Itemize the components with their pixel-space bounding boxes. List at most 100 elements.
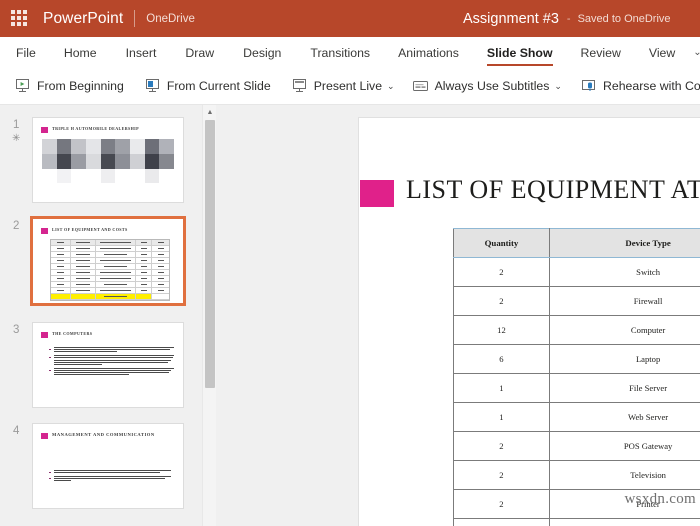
table-row[interactable]: 12 Computer xyxy=(453,315,700,345)
table-row[interactable]: 1 Web Server xyxy=(453,402,700,432)
document-title[interactable]: Assignment #3 xyxy=(463,11,559,27)
table-row[interactable]: 2 Printer xyxy=(453,489,700,519)
scrollbar-thumb[interactable] xyxy=(205,120,215,388)
slide-3-bullets xyxy=(49,347,175,378)
thumbnail-3-content: THE COMPUTERS xyxy=(33,323,183,407)
tab-home[interactable]: Home xyxy=(64,37,97,68)
chevron-down-icon[interactable]: ⌄ xyxy=(693,37,700,68)
slide-4-bullets xyxy=(49,470,175,484)
tab-draw[interactable]: Draw xyxy=(185,37,214,68)
slide-thumbnail-pane[interactable]: 1 ✳ TRIPLE H AUTOMOBILE DEALERSHIP 2 LIS… xyxy=(0,105,201,526)
cell-device-type: Printer xyxy=(548,489,700,519)
slide-accent-square xyxy=(360,180,394,207)
cell-quantity: 1 xyxy=(453,402,550,432)
table-row[interactable]: 2 Television xyxy=(453,460,700,490)
slide-thumbnail-3[interactable]: THE COMPUTERS xyxy=(32,322,184,408)
accent-square xyxy=(41,127,48,133)
present-live-button[interactable]: Present Live ⌄ xyxy=(291,71,395,101)
table-row[interactable]: 2 Switch xyxy=(453,257,700,287)
equipment-table-body: 2 Switch 2 Firewall 12 Computer 6 Laptop… xyxy=(453,257,700,526)
titlebar-divider xyxy=(134,10,136,27)
cell-quantity: 1 xyxy=(453,373,550,403)
always-use-subtitles-button[interactable]: Always Use Subtitles ⌄ xyxy=(412,71,562,101)
cell-quantity: 2 xyxy=(453,489,550,519)
table-row[interactable]: 6 Laptop xyxy=(453,344,700,374)
equipment-table[interactable]: Quantity Device Type 2 Switch 2 Firewall… xyxy=(453,228,700,526)
slide-1-block-grid-lower xyxy=(42,169,174,183)
slide-number-2: 2 xyxy=(13,220,20,232)
slide-2-mini-table xyxy=(50,239,170,301)
cell-quantity: 2 xyxy=(453,257,550,287)
table-row[interactable]: 2 POS Gateway xyxy=(453,431,700,461)
slide-thumbnail-4[interactable]: MANAGEMENT AND COMMUNICATION xyxy=(32,423,184,509)
tab-design[interactable]: Design xyxy=(243,37,281,68)
save-status-label[interactable]: Saved to OneDrive xyxy=(578,13,671,25)
cell-device-type: Wireless Access Point xyxy=(548,518,700,526)
slide-number-4: 4 xyxy=(13,425,20,437)
tab-transitions[interactable]: Transitions xyxy=(310,37,370,68)
thumbnail-4-content: MANAGEMENT AND COMMUNICATION xyxy=(33,424,183,508)
accent-square xyxy=(41,332,48,338)
tab-view[interactable]: View xyxy=(649,37,675,68)
tab-review[interactable]: Review xyxy=(581,37,621,68)
chevron-down-icon[interactable]: ⌄ xyxy=(554,81,562,92)
cell-quantity: 2 xyxy=(453,518,550,526)
storage-location-label[interactable]: OneDrive xyxy=(146,13,195,25)
powerpoint-online-window: PowerPoint OneDrive Assignment #3 - Save… xyxy=(0,0,700,526)
slide-canvas-pane: LIST OF EQUIPMENT AT Quantity Device Typ… xyxy=(217,105,700,526)
app-launcher-waffle-icon[interactable] xyxy=(11,9,29,28)
cell-device-type: Switch xyxy=(548,257,700,287)
slide-thumbnail-1[interactable]: TRIPLE H AUTOMOBILE DEALERSHIP xyxy=(32,117,184,203)
document-status-group: Assignment #3 - Saved to OneDrive xyxy=(463,0,671,37)
tab-file[interactable]: File xyxy=(16,37,36,68)
animation-star-icon: ✳ xyxy=(12,133,21,144)
slide-number-3: 3 xyxy=(13,324,20,336)
from-current-slide-button[interactable]: From Current Slide xyxy=(144,71,271,101)
title-bar: PowerPoint OneDrive Assignment #3 - Save… xyxy=(0,0,700,37)
accent-square xyxy=(41,433,48,439)
from-current-slide-label: From Current Slide xyxy=(166,79,271,93)
thumbnail-3-title: THE COMPUTERS xyxy=(52,331,93,336)
chevron-down-icon[interactable]: ⌄ xyxy=(387,81,395,92)
scroll-up-arrow-icon[interactable]: ▲ xyxy=(203,105,217,119)
rehearse-with-coach-button[interactable]: Rehearse with Coach xyxy=(580,71,700,101)
table-row[interactable]: 2 Firewall xyxy=(453,286,700,316)
slide-number-1: 1 xyxy=(13,119,20,131)
thumbnail-2-content: LIST OF EQUIPMENT AND COSTS xyxy=(33,219,183,303)
rehearse-with-coach-label: Rehearse with Coach xyxy=(602,79,700,93)
table-row[interactable]: 1 File Server xyxy=(453,373,700,403)
app-name-label[interactable]: PowerPoint xyxy=(43,10,123,28)
slide-title[interactable]: LIST OF EQUIPMENT AT xyxy=(406,175,700,205)
thumbnail-pane-scrollbar[interactable]: ▲ xyxy=(202,105,216,526)
cell-quantity: 6 xyxy=(453,344,550,374)
from-beginning-button[interactable]: From Beginning xyxy=(14,71,124,101)
cell-quantity: 2 xyxy=(453,286,550,316)
current-slide-canvas[interactable]: LIST OF EQUIPMENT AT Quantity Device Typ… xyxy=(358,117,700,526)
table-row[interactable]: 2 Wireless Access Point xyxy=(453,518,700,526)
cell-device-type: Laptop xyxy=(548,344,700,374)
tab-animations[interactable]: Animations xyxy=(398,37,459,68)
accent-square xyxy=(41,228,48,234)
rehearse-coach-icon xyxy=(580,78,597,94)
cell-device-type: POS Gateway xyxy=(548,431,700,461)
tab-slide-show[interactable]: Slide Show xyxy=(486,37,553,68)
header-quantity: Quantity xyxy=(453,228,550,258)
cell-quantity: 12 xyxy=(453,315,550,345)
from-beginning-label: From Beginning xyxy=(37,79,124,93)
always-use-subtitles-label: Always Use Subtitles xyxy=(434,79,550,93)
present-from-beginning-icon xyxy=(14,78,31,94)
header-device-type: Device Type xyxy=(548,228,700,258)
thumbnail-1-content: TRIPLE H AUTOMOBILE DEALERSHIP xyxy=(33,118,183,202)
tab-insert[interactable]: Insert xyxy=(126,37,157,68)
slide-1-block-grid xyxy=(42,139,174,169)
cell-device-type: Web Server xyxy=(548,402,700,432)
present-from-current-slide-icon xyxy=(144,78,161,94)
cell-device-type: File Server xyxy=(548,373,700,403)
slide-show-toolbar: From Beginning From Current Slide Presen… xyxy=(0,68,700,105)
ribbon-tab-bar: File Home Insert Draw Design Transitions… xyxy=(0,37,700,68)
cell-quantity: 2 xyxy=(453,431,550,461)
slide-thumbnail-2[interactable]: LIST OF EQUIPMENT AND COSTS xyxy=(30,216,186,306)
thumbnail-2-title: LIST OF EQUIPMENT AND COSTS xyxy=(52,227,128,232)
cell-quantity: 2 xyxy=(453,460,550,490)
title-separator-dash: - xyxy=(566,12,571,25)
